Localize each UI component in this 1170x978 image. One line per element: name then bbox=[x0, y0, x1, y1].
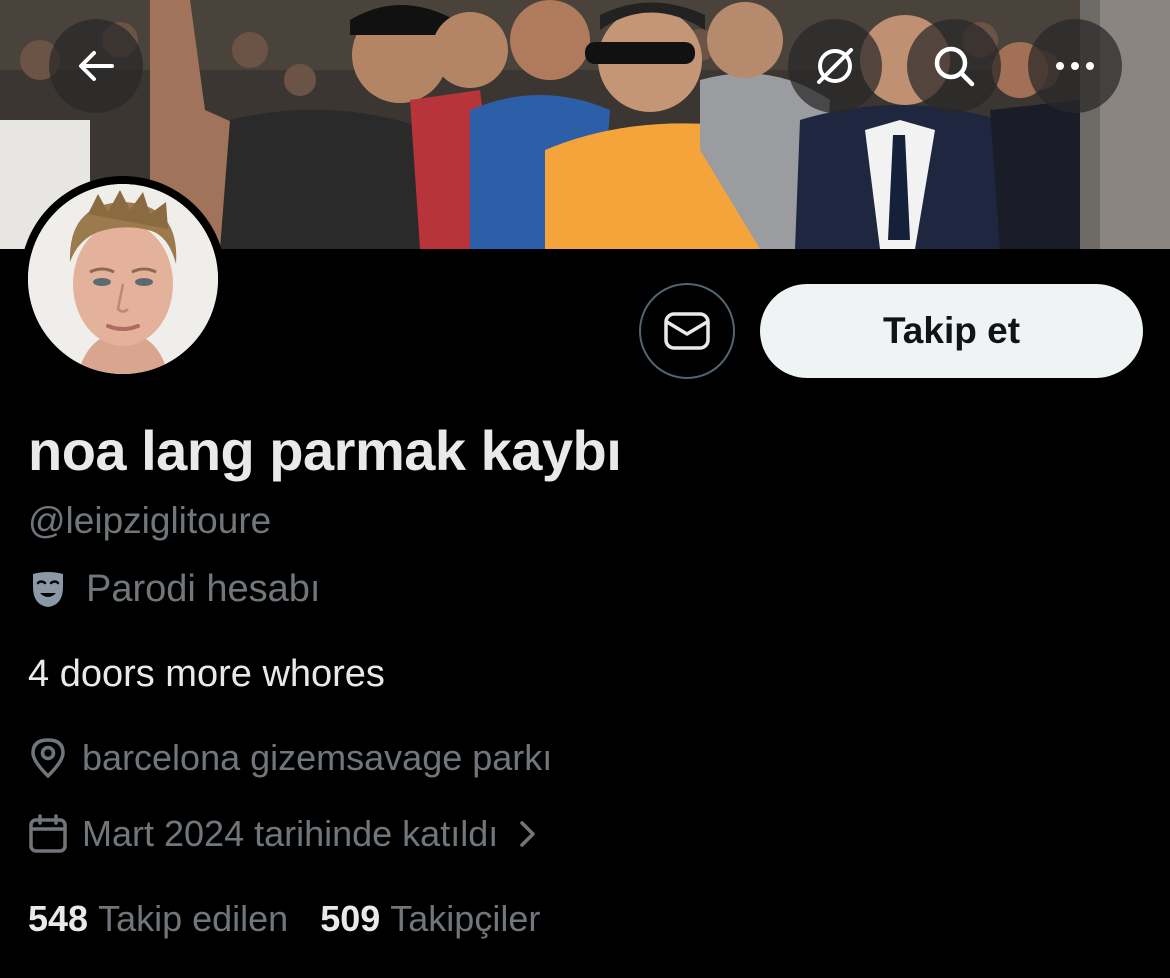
more-dots-icon bbox=[1056, 62, 1094, 70]
following-link[interactable]: 548 Takip edilen bbox=[28, 898, 288, 940]
chevron-right-icon bbox=[520, 821, 535, 847]
location-pin-icon bbox=[31, 738, 65, 778]
more-options-button[interactable] bbox=[1028, 19, 1122, 113]
message-button[interactable] bbox=[639, 283, 735, 379]
unfollow-sync-button[interactable] bbox=[788, 19, 882, 113]
profile-joined-date[interactable]: Mart 2024 tarihinde katıldı bbox=[28, 810, 538, 858]
parody-account-label[interactable]: Parodi hesabı bbox=[28, 565, 321, 613]
location-text: barcelona gizemsavage parkı bbox=[82, 737, 553, 778]
search-button[interactable] bbox=[907, 19, 1001, 113]
theater-mask-icon bbox=[33, 572, 63, 607]
arrow-left-icon bbox=[79, 51, 114, 81]
parody-label-text: Parodi hesabı bbox=[86, 567, 321, 610]
followers-label: Takipçiler bbox=[390, 898, 541, 939]
back-button[interactable] bbox=[49, 19, 143, 113]
profile-handle: @leipziglitoure bbox=[28, 500, 272, 541]
followers-link[interactable]: 509 Takipçiler bbox=[320, 898, 540, 940]
profile-stats: 548 Takip edilen 509 Takipçiler bbox=[28, 894, 540, 944]
calendar-icon bbox=[29, 814, 67, 853]
following-count: 548 bbox=[28, 898, 89, 939]
circle-slash-icon bbox=[817, 48, 853, 84]
profile-page: Takip et noa lang parmak kaybı @leipzigl… bbox=[0, 0, 1170, 978]
follow-button[interactable]: Takip et bbox=[760, 284, 1143, 378]
envelope-icon bbox=[664, 312, 710, 350]
profile-avatar[interactable] bbox=[20, 176, 226, 382]
profile-location: barcelona gizemsavage parkı bbox=[28, 734, 552, 782]
following-label: Takip edilen bbox=[98, 898, 289, 939]
profile-bio: 4 doors more whores bbox=[28, 653, 385, 695]
search-icon bbox=[934, 46, 975, 87]
profile-display-name: noa lang parmak kaybı bbox=[28, 419, 622, 482]
avatar-photo bbox=[28, 184, 218, 374]
followers-count: 509 bbox=[320, 898, 381, 939]
joined-text: Mart 2024 tarihinde katıldı bbox=[82, 813, 499, 854]
